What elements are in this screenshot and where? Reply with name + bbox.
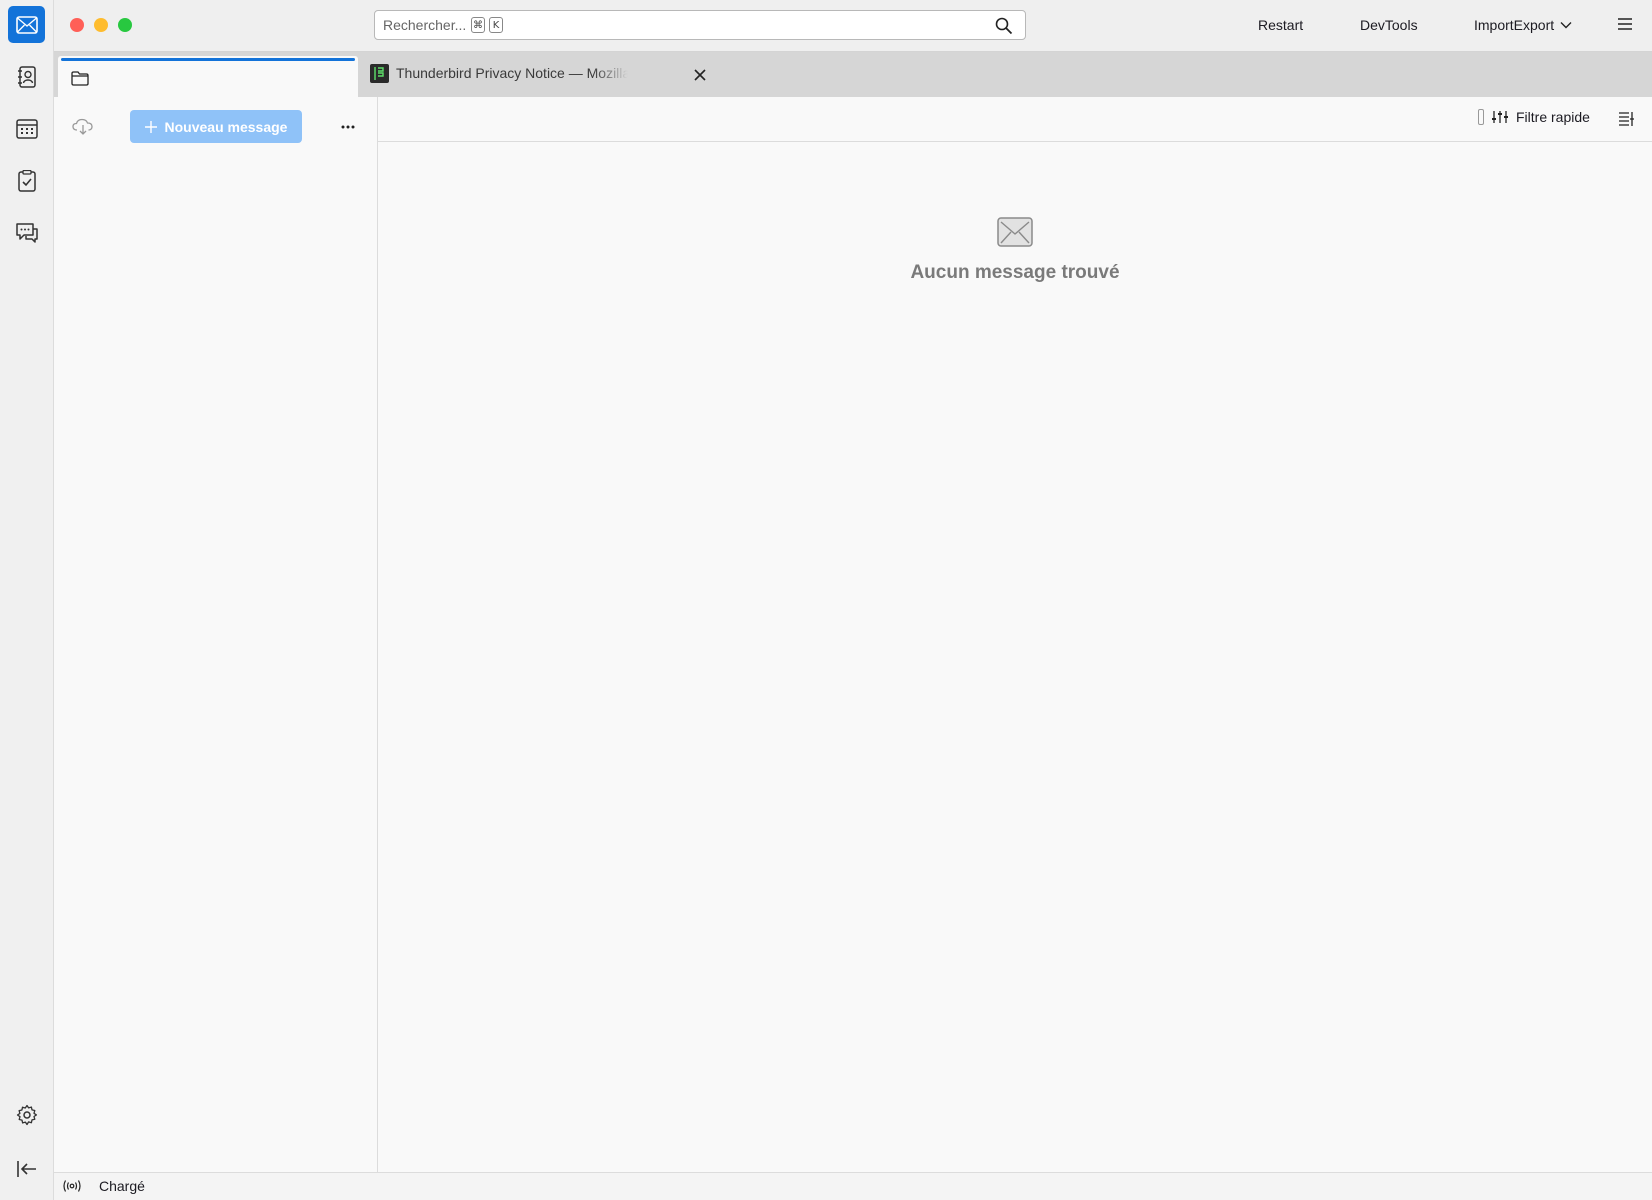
maximize-window-button[interactable]	[118, 18, 132, 32]
collapse-spaces-button[interactable]	[8, 1150, 45, 1187]
mail-icon	[15, 15, 38, 34]
calendar-space-button[interactable]	[8, 110, 45, 147]
filter-sliders-icon	[1492, 111, 1508, 123]
shortcut-key-k: K	[489, 17, 503, 33]
get-messages-icon[interactable]	[72, 118, 94, 136]
restart-button[interactable]: Restart	[1258, 14, 1303, 36]
tasks-space-button[interactable]	[8, 162, 45, 199]
status-text: Chargé	[99, 1178, 145, 1194]
quick-filter-label: Filtre rapide	[1516, 109, 1590, 125]
spaces-toolbar	[0, 0, 54, 1200]
shortcut-key-cmd: ⌘	[471, 17, 485, 33]
envelope-icon	[997, 217, 1033, 247]
search-icon[interactable]	[995, 17, 1013, 35]
collapse-icon	[16, 1160, 36, 1177]
new-message-button[interactable]: Nouveau message	[130, 110, 302, 143]
online-status-icon[interactable]	[62, 1179, 82, 1193]
calendar-icon	[15, 118, 38, 139]
empty-message-text: Aucun message trouvé	[910, 262, 1120, 283]
minimize-window-button[interactable]	[94, 18, 108, 32]
favicon-icon	[370, 64, 389, 83]
thread-pane: Filtre rapide Aucun message trouvé	[378, 97, 1652, 1172]
chevron-down-icon	[1560, 22, 1572, 29]
hamburger-icon[interactable]	[1617, 17, 1633, 31]
status-bar: Chargé	[54, 1172, 1652, 1200]
tab-privacy-notice[interactable]: Thunderbird Privacy Notice — Mozilla	[370, 60, 706, 90]
devtools-button[interactable]: DevTools	[1360, 14, 1418, 36]
importexport-label: ImportExport	[1474, 17, 1555, 33]
tasks-icon	[17, 169, 36, 192]
chat-space-button[interactable]	[8, 214, 45, 251]
more-options-icon[interactable]	[341, 125, 355, 129]
address-book-space-button[interactable]	[8, 58, 45, 95]
display-options-icon[interactable]	[1618, 111, 1634, 127]
tab-privacy-label: Thunderbird Privacy Notice — Mozilla	[396, 65, 628, 81]
folder-pane: Nouveau message	[54, 97, 378, 1172]
mail-space-button[interactable]	[8, 6, 45, 43]
importexport-button[interactable]: ImportExport	[1474, 14, 1572, 36]
chat-icon	[15, 222, 38, 243]
tab-mail[interactable]	[58, 56, 358, 97]
new-message-label: Nouveau message	[164, 118, 288, 135]
search-input[interactable]	[381, 14, 475, 36]
close-window-button[interactable]	[70, 18, 84, 32]
quick-filter-toggle[interactable]	[1478, 109, 1484, 125]
folder-icon	[71, 71, 89, 86]
active-tab-indicator	[61, 58, 355, 61]
settings-button[interactable]	[8, 1096, 45, 1133]
address-book-icon	[17, 65, 36, 88]
quick-filter-button[interactable]: Filtre rapide	[1478, 109, 1590, 125]
empty-state: Aucun message trouvé	[378, 217, 1652, 284]
tab-strip: Thunderbird Privacy Notice — Mozilla	[54, 52, 1652, 97]
titlebar: ⌘ K Restart DevTools ImportExport	[54, 0, 1652, 52]
gear-icon	[16, 1104, 37, 1125]
thread-pane-header: Filtre rapide	[378, 97, 1652, 142]
global-search-bar[interactable]: ⌘ K	[374, 10, 1026, 40]
close-icon[interactable]	[694, 69, 706, 81]
plus-icon	[144, 120, 157, 133]
